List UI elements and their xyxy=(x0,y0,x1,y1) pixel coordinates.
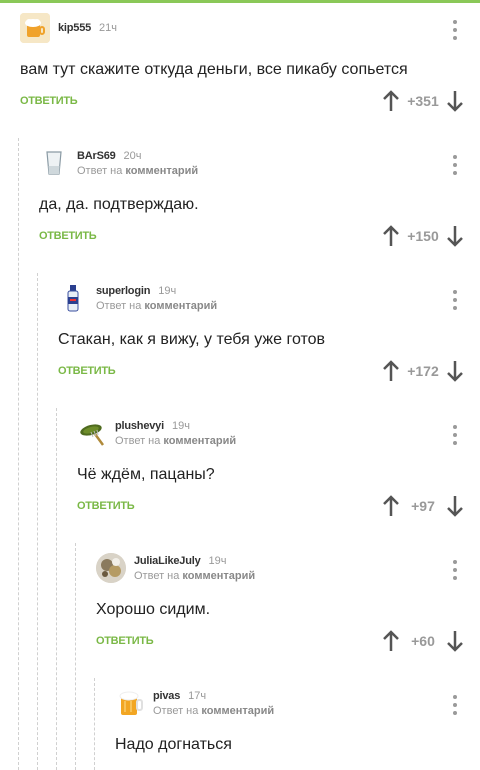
upvote-arrow-icon[interactable] xyxy=(382,360,400,382)
vote-controls: +60 xyxy=(382,630,464,652)
downvote-arrow-icon[interactable] xyxy=(446,90,464,112)
reply-prefix: Ответ на xyxy=(153,704,202,717)
comment: plushevyi 19ч Ответ на комментарий Чё жд… xyxy=(77,413,480,538)
upvote-arrow-icon[interactable] xyxy=(382,90,400,112)
reply-target-link[interactable]: комментарий xyxy=(144,300,217,312)
reply-button[interactable]: ОТВЕТИТЬ xyxy=(58,365,116,377)
reply-prefix: Ответ на xyxy=(134,569,183,582)
beer-glass-avatar[interactable] xyxy=(115,688,145,718)
timestamp: 17ч xyxy=(188,689,207,702)
thread-line[interactable] xyxy=(75,543,76,770)
reply-to-line: Ответ на комментарий xyxy=(153,705,274,717)
timestamp: 19ч xyxy=(208,554,227,567)
more-options-icon[interactable] xyxy=(450,695,460,715)
downvote-arrow-icon[interactable] xyxy=(446,225,464,247)
thread-line[interactable] xyxy=(18,138,19,770)
rating-count: +150 xyxy=(407,228,439,244)
comment-meta: pivas 17ч Ответ на комментарий xyxy=(153,690,274,717)
top-accent-bar xyxy=(0,0,480,3)
comment: superlogin 19ч Ответ на комментарий Стак… xyxy=(58,278,480,403)
vote-controls: +150 xyxy=(382,225,464,247)
comment-text: да, да. подтверждаю. xyxy=(39,196,199,213)
reply-target-link[interactable]: комментарий xyxy=(201,705,274,717)
reply-button[interactable]: ОТВЕТИТЬ xyxy=(77,500,135,512)
comment-meta: plushevyi 19ч Ответ на комментарий xyxy=(115,420,236,447)
username[interactable]: pivas xyxy=(153,690,180,702)
username[interactable]: plushevyi xyxy=(115,420,164,432)
comment-meta: superlogin 19ч Ответ на комментарий xyxy=(96,285,217,312)
comment: BArS69 20ч Ответ на комментарий да, да. … xyxy=(39,143,480,268)
timestamp: 20ч xyxy=(123,149,142,162)
comment-header: JuliaLikeJuly 19ч Ответ на комментарий xyxy=(96,548,255,588)
comment-header: plushevyi 19ч Ответ на комментарий xyxy=(77,413,236,453)
more-options-icon[interactable] xyxy=(450,560,460,580)
reply-target-link[interactable]: комментарий xyxy=(182,570,255,582)
pickle-fork-avatar[interactable] xyxy=(77,418,107,448)
comment-header: kip555 21ч xyxy=(20,8,117,48)
more-options-icon[interactable] xyxy=(450,155,460,175)
upvote-arrow-icon[interactable] xyxy=(382,495,400,517)
more-options-icon[interactable] xyxy=(450,425,460,445)
comment-header: pivas 17ч Ответ на комментарий xyxy=(115,683,274,723)
username[interactable]: BArS69 xyxy=(77,150,116,162)
comment: pivas 17ч Ответ на комментарий Надо догн… xyxy=(115,683,480,770)
username[interactable]: superlogin xyxy=(96,285,150,297)
vote-controls: +351 xyxy=(382,90,464,112)
upvote-arrow-icon[interactable] xyxy=(382,630,400,652)
beer-mug-avatar[interactable] xyxy=(20,13,50,43)
more-options-icon[interactable] xyxy=(450,290,460,310)
comment-meta: kip555 21ч xyxy=(58,22,117,34)
rating-count: +172 xyxy=(407,363,439,379)
comment-text: Стакан, как я вижу, у тебя уже готов xyxy=(58,331,326,348)
vote-controls: +172 xyxy=(382,360,464,382)
photo-avatar[interactable] xyxy=(96,553,126,583)
username[interactable]: kip555 xyxy=(58,22,91,34)
reply-prefix: Ответ на xyxy=(115,434,164,447)
timestamp: 19ч xyxy=(171,419,190,432)
reply-to-line: Ответ на комментарий xyxy=(115,435,236,447)
vote-controls: +97 xyxy=(382,495,464,517)
comment: kip555 21ч вам тут скажите откуда деньги… xyxy=(20,8,480,133)
comment-text: Чё ждём, пацаны? xyxy=(77,466,215,483)
reply-target-link[interactable]: комментарий xyxy=(163,435,236,447)
reply-to-line: Ответ на комментарий xyxy=(134,570,255,582)
comment-text: Надо догнаться xyxy=(115,736,232,753)
reply-prefix: Ответ на xyxy=(96,299,145,312)
reply-target-link[interactable]: комментарий xyxy=(125,165,198,177)
thread-line[interactable] xyxy=(37,273,38,770)
comment-header: BArS69 20ч Ответ на комментарий xyxy=(39,143,198,183)
rating-count: +351 xyxy=(407,93,439,109)
reply-button[interactable]: ОТВЕТИТЬ xyxy=(39,230,97,242)
thread-line[interactable] xyxy=(56,408,57,770)
reply-to-line: Ответ на комментарий xyxy=(96,300,217,312)
reply-button[interactable]: ОТВЕТИТЬ xyxy=(96,635,154,647)
more-options-icon[interactable] xyxy=(450,20,460,40)
reply-prefix: Ответ на xyxy=(77,164,126,177)
bottle-avatar[interactable] xyxy=(58,283,88,313)
thread-line[interactable] xyxy=(94,678,95,770)
comment-text: вам тут скажите откуда деньги, все пикаб… xyxy=(20,61,408,78)
reply-to-line: Ответ на комментарий xyxy=(77,165,198,177)
downvote-arrow-icon[interactable] xyxy=(446,360,464,382)
reply-button[interactable]: ОТВЕТИТЬ xyxy=(20,95,78,107)
rating-count: +97 xyxy=(411,498,435,514)
comment-meta: JuliaLikeJuly 19ч Ответ на комментарий xyxy=(134,555,255,582)
rating-count: +60 xyxy=(411,633,435,649)
glass-avatar[interactable] xyxy=(39,148,69,178)
comment: JuliaLikeJuly 19ч Ответ на комментарий Х… xyxy=(96,548,480,673)
comment-text: Хорошо сидим. xyxy=(96,601,211,618)
username[interactable]: JuliaLikeJuly xyxy=(134,555,201,567)
timestamp: 19ч xyxy=(158,284,177,297)
timestamp: 21ч xyxy=(99,22,118,34)
comment-meta: BArS69 20ч Ответ на комментарий xyxy=(77,150,198,177)
downvote-arrow-icon[interactable] xyxy=(446,630,464,652)
comment-header: superlogin 19ч Ответ на комментарий xyxy=(58,278,217,318)
upvote-arrow-icon[interactable] xyxy=(382,225,400,247)
downvote-arrow-icon[interactable] xyxy=(446,495,464,517)
